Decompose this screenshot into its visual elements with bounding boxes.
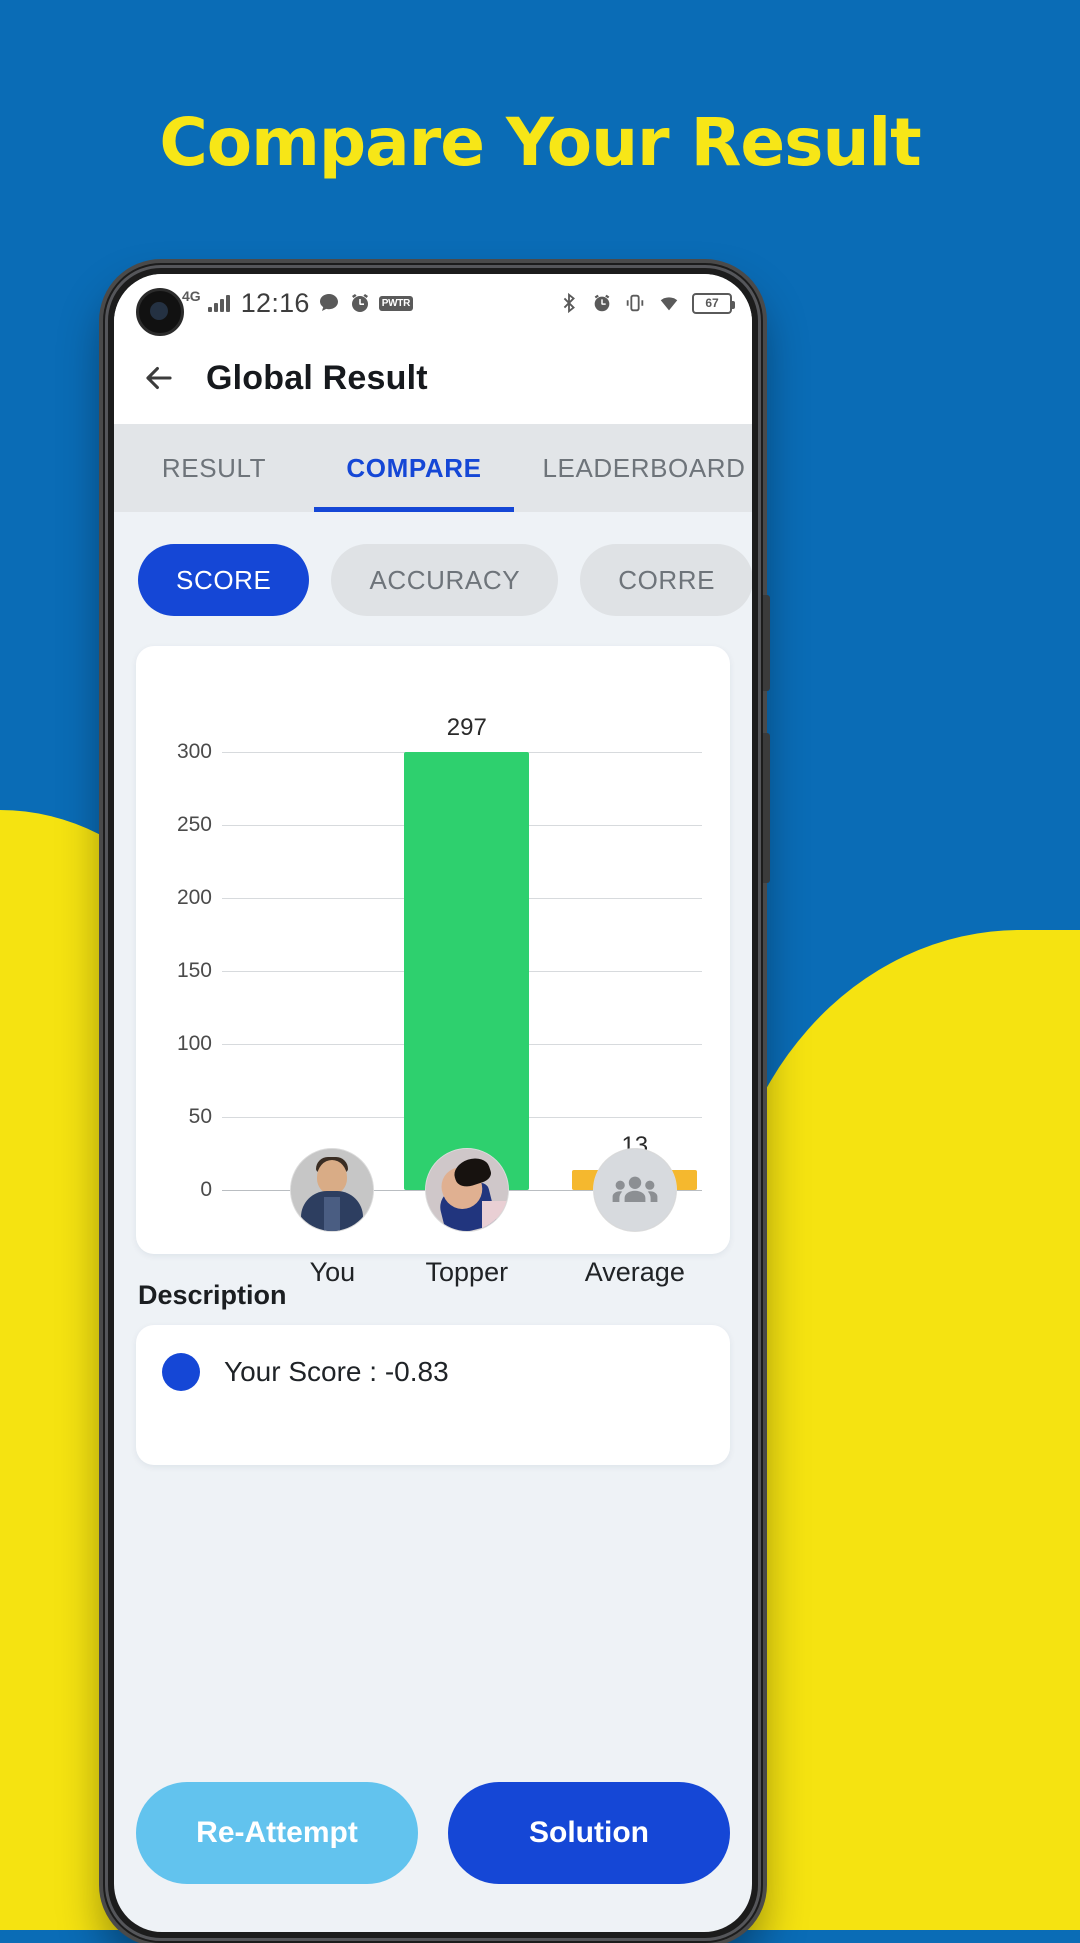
status-bar: 4G 12:16 PWTR 67 xyxy=(114,274,752,336)
chip-accuracy[interactable]: ACCURACY xyxy=(331,544,559,616)
ytick-200: 200 xyxy=(176,886,212,909)
battery-level-label: 67 xyxy=(705,296,719,310)
chip-correct[interactable]: CORRE xyxy=(580,544,752,616)
category-label-topper: Topper xyxy=(425,1257,509,1287)
app-bar: Global Result xyxy=(114,332,752,424)
you-avatar[interactable] xyxy=(290,1148,375,1232)
phone-mockup: 4G 12:16 PWTR 67 Global Result RESULT CO… xyxy=(103,263,770,1943)
group-people-icon xyxy=(593,1149,676,1231)
page-title: Global Result xyxy=(206,358,428,397)
bars-layer: 297 13 You Topper Average xyxy=(222,680,702,1287)
pwtr-badge-icon: PWTR xyxy=(378,295,414,311)
tab-leaderboard[interactable]: LEADERBOARD xyxy=(514,424,752,512)
avatar-portrait-you xyxy=(291,1149,374,1231)
topper-avatar[interactable] xyxy=(424,1148,509,1232)
action-bar: Re-Attempt Solution xyxy=(114,1782,752,1932)
wifi-icon xyxy=(657,292,681,314)
bar-chart: 300 250 200 150 100 50 0 297 13 You Topp… xyxy=(154,680,710,1287)
ytick-100: 100 xyxy=(176,1032,212,1055)
arrow-left-icon[interactable] xyxy=(140,359,178,397)
description-card: Your Score : -0.83 xyxy=(136,1325,730,1465)
category-label-you: You xyxy=(309,1257,356,1287)
status-bar-clock: 12:16 xyxy=(240,287,310,318)
battery-icon: 67 xyxy=(692,292,735,314)
bluetooth-icon xyxy=(558,292,580,314)
chat-bubble-icon xyxy=(317,291,341,315)
phone-screen: 4G 12:16 PWTR 67 Global Result RESULT CO… xyxy=(114,274,752,1932)
ytick-0: 0 xyxy=(200,1178,212,1201)
ytick-50: 50 xyxy=(188,1105,212,1128)
network-type-label: 4G xyxy=(182,288,201,304)
tab-bar: RESULT COMPARE LEADERBOARD xyxy=(114,424,752,512)
decorative-yellow-shape-right xyxy=(720,930,1080,1930)
legend-dot-your-score xyxy=(162,1353,200,1391)
bar-value-topper: 297 xyxy=(446,714,487,741)
legend-row-your-score: Your Score : -0.83 xyxy=(162,1353,704,1391)
tab-result[interactable]: RESULT xyxy=(114,424,314,512)
ytick-150: 150 xyxy=(176,959,212,982)
alarm-clock-icon xyxy=(591,292,613,314)
alarm-clock-icon xyxy=(348,291,372,315)
status-bar-right: 67 xyxy=(558,292,735,314)
vibrate-icon xyxy=(624,292,646,314)
ytick-250: 250 xyxy=(176,813,212,836)
metric-filter-chips: SCORE ACCURACY CORRE xyxy=(114,512,752,646)
category-label-average: Average xyxy=(584,1257,685,1287)
status-bar-left: 4G 12:16 PWTR xyxy=(182,287,414,319)
ytick-300: 300 xyxy=(176,740,212,763)
phone-power-button xyxy=(763,595,770,691)
signal-bars-icon xyxy=(207,294,230,312)
promo-headline: Compare Your Result xyxy=(159,104,921,181)
legend-text-your-score: Your Score : -0.83 xyxy=(224,1356,449,1387)
solution-button[interactable]: Solution xyxy=(448,1782,730,1884)
phone-volume-button xyxy=(763,733,770,883)
re-attempt-button[interactable]: Re-Attempt xyxy=(136,1782,418,1884)
chip-score[interactable]: SCORE xyxy=(138,544,310,616)
average-group-avatar[interactable] xyxy=(592,1148,677,1232)
avatar-portrait-topper xyxy=(425,1149,508,1231)
front-camera-punch-hole xyxy=(136,288,184,336)
compare-chart-card: 300 250 200 150 100 50 0 297 13 You Topp… xyxy=(136,646,730,1287)
tab-compare[interactable]: COMPARE xyxy=(314,424,514,512)
bar-topper[interactable] xyxy=(404,752,530,1190)
